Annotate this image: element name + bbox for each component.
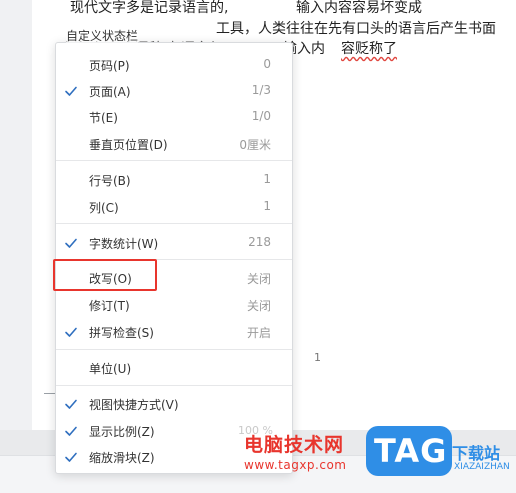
menu-separator: [56, 349, 292, 350]
checkmark-icon: [64, 200, 78, 214]
tag-logo-icon: TAG: [366, 426, 452, 476]
watermark-title: 电脑技术网: [244, 434, 345, 456]
menu-item-vertical-position[interactable]: 垂直页位置(D) 0厘米: [56, 131, 292, 157]
menu-item-page[interactable]: 页面(A) 1/3: [56, 78, 292, 104]
site-watermark: 电脑技术网 www.tagxp.com TAG 下载站 XIAZAIZHAN: [226, 418, 516, 492]
menu-item-line-number[interactable]: 行号(B) 1: [56, 167, 292, 193]
menu-item-view-shortcuts[interactable]: 视图快捷方式(V): [56, 391, 292, 417]
page-number: 1: [314, 351, 321, 364]
watermark-url: www.tagxp.com: [244, 458, 347, 472]
checkmark-icon: [64, 58, 78, 72]
menu-title: 自定义状态栏: [66, 27, 139, 44]
checkmark-icon: [64, 424, 78, 438]
menu-item-word-count[interactable]: 字数统计(W) 218: [56, 230, 292, 256]
spellcheck-flagged-text: 容贬称了: [341, 41, 397, 57]
checkmark-icon: [64, 236, 78, 250]
menu-item-track-changes[interactable]: 修订(T) 关闭: [56, 292, 292, 318]
menu-separator: [56, 160, 292, 161]
document-text-line: 现代文字多是记录语言的,: [70, 0, 229, 16]
menu-separator: [56, 223, 292, 224]
checkmark-icon: [64, 173, 78, 187]
checkmark-icon: [64, 450, 78, 464]
checkmark-icon: [64, 110, 78, 124]
checkmark-icon: [64, 397, 78, 411]
menu-item-spell-check[interactable]: 拼写检查(S) 开启: [56, 319, 292, 345]
checkmark-icon: [64, 325, 78, 339]
menu-item-column[interactable]: 列(C) 1: [56, 194, 292, 220]
menu-item-page-number[interactable]: 页码(P) 0: [56, 52, 292, 78]
checkmark-icon: [64, 361, 78, 375]
checkmark-icon: [64, 84, 78, 98]
watermark-side-text: 下载站: [452, 444, 501, 463]
menu-item-section[interactable]: 节(E) 1/0: [56, 104, 292, 130]
menu-item-unit[interactable]: 单位(U): [56, 355, 292, 381]
status-bar-customize-menu: 页码(P) 0 页面(A) 1/3 节(E) 1/0 垂直页位置(D) 0厘米 …: [55, 42, 293, 474]
watermark-side-small: XIAZAIZHAN: [454, 462, 510, 472]
annotation-highlight-box: [53, 259, 157, 291]
checkmark-icon: [64, 137, 78, 151]
checkmark-icon: [64, 298, 78, 312]
document-text-line: 工具，人类往往在先有口头的语言后产生书面: [216, 21, 496, 37]
document-text-line: 输入内容容易坏变成: [296, 0, 422, 16]
menu-separator: [56, 385, 292, 386]
